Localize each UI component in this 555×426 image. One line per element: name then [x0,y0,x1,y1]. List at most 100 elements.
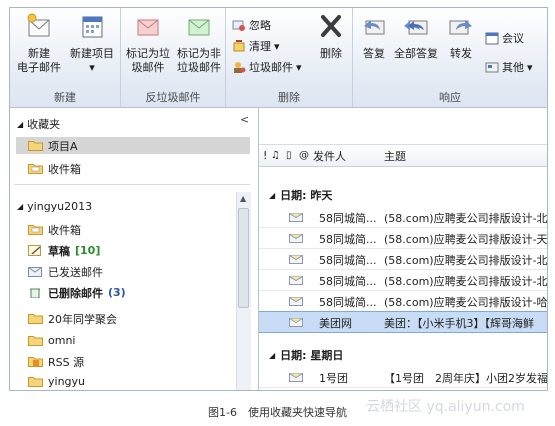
message-subject: 【1号团 2周年庆】小团2岁发福 [384,372,548,385]
scroll-up-arrow-icon[interactable]: ▲ [240,194,246,203]
message-row[interactable]: 1号团 【1号团 2周年庆】小团2岁发福 [259,367,547,388]
message-sender: 58同城简... [319,296,377,309]
ribbon-group-delete: 忽略 清理 ▾ 垃圾邮件 ▾ 删除 删除 [226,8,353,107]
more-respond-label: 其他 [502,61,524,74]
mark-junk-button[interactable]: 标记为垃 圾邮件 [123,12,173,75]
more-respond-dropdown-icon: ▾ [527,60,533,74]
folder-icon [28,141,43,151]
mark-not-junk-label-2: 垃圾邮件 [177,61,221,74]
collapse-nav-button[interactable]: < [240,113,249,126]
folder-item-inbox[interactable]: 收件箱 [28,221,81,238]
meeting-button[interactable]: 会议 [485,30,524,46]
subject-column[interactable]: 主题 [384,148,406,164]
collapse-triangle-icon: ◢ [17,202,24,211]
junk-person-icon [234,62,246,73]
group-label: 日期: 星期日 [280,349,344,362]
cleanup-label: 清理 [249,40,271,53]
forward-icon [449,20,472,35]
folder-label: RSS 源 [48,355,85,369]
message-sender: 1号团 [319,372,348,385]
folder-item-rss[interactable]: RSS 源 [28,353,84,370]
ribbon: 新建 电子邮件 新建项目 ▾ 新建 标记为垃 圾邮件 标记为非 垃圾邮件 反垃圾… [10,8,547,108]
reply-button[interactable]: 答复 [357,12,391,61]
account-title: yingyu2013 [27,200,93,213]
folder-item-omni[interactable]: omni [28,332,75,349]
group-collapse-icon: ◢ [269,190,276,200]
collapse-triangle-icon: ◢ [17,119,24,129]
junk-menu-label: 垃圾邮件 [249,61,293,74]
message-subject: 美团：【小米手机3】【辉哥海鲜 [384,317,534,330]
message-subject: (58.com)应聘麦公司排版设计-天 [384,233,548,246]
message-sender: 58同城简... [319,233,377,246]
ignore-button[interactable]: 忽略 [232,17,271,33]
message-row[interactable]: 58同城简... (58.com)应聘麦公司排版设计-哈 [259,291,547,312]
favorites-header[interactable]: ◢ 收藏夹 [17,116,60,132]
favorite-item-project-a[interactable]: 项目A [16,137,250,154]
folder-item-drafts[interactable]: 草稿 [10] [28,242,100,259]
cleanup-dropdown-icon: ▾ [274,39,280,53]
importance-column[interactable]: ! [263,149,267,162]
folder-item-yingyu[interactable]: yingyu [28,373,85,390]
folder-item-sent[interactable]: 已发送邮件 [28,263,103,280]
account-header[interactable]: ◢ yingyu2013 [17,200,92,213]
reply-icon [364,20,385,35]
search-bar-area[interactable] [259,108,547,145]
message-row[interactable]: 58同城简... (58.com)应聘麦公司排版设计-北 [259,249,547,270]
mark-junk-label-2: 圾邮件 [131,61,165,74]
message-sender: 58同城简... [319,254,377,267]
group-header-yesterday[interactable]: ◢ 日期: 昨天 [269,187,332,203]
message-row-selected[interactable]: 美团网 美团：【小米手机3】【辉哥海鲜 [259,311,547,333]
nav-scrollbar[interactable]: ▲ [236,192,251,390]
meeting-icon [485,32,499,45]
message-subject: (58.com)应聘麦公司排版设计-北 [384,254,548,267]
sent-items-icon [28,267,42,277]
inbox-folder-icon [28,164,43,174]
message-row[interactable]: 58同城简... (58.com)应聘麦公司排版设计-天 [259,228,547,249]
favorite-item-inbox[interactable]: 收件箱 [28,160,81,177]
reply-all-icon [404,20,428,35]
ribbon-group-respond: 答复 全部答复 转发 会议 其他 ▾ 响应 [353,8,547,107]
more-respond-button[interactable]: 其他 ▾ [485,59,533,75]
message-subject: (58.com)应聘麦公司排版设计-哈 [384,296,548,309]
group-header-sunday[interactable]: ◢ 日期: 星期日 [269,347,343,363]
folder-item-reunion[interactable]: 20年同学聚会 [28,310,117,327]
folder-label: 收件箱 [48,223,81,237]
deleted-items-icon [30,288,40,298]
message-sender: 美团网 [319,317,352,330]
group-label-new: 新建 [54,91,76,104]
junk-menu-button[interactable]: 垃圾邮件 ▾ [232,59,302,75]
read-mail-envelope-icon [289,255,303,264]
new-email-button[interactable]: 新建 电子邮件 [14,12,64,75]
sender-column[interactable]: 发件人 [313,148,346,164]
forward-button[interactable]: 转发 [443,12,479,61]
read-mail-envelope-icon [289,318,303,327]
new-item-button[interactable]: 新建项目 ▾ [65,12,119,75]
favorite-item-label: 收件箱 [48,162,81,176]
cleanup-icon [233,40,245,52]
folder-label: 草稿 [48,244,70,258]
reminder-column-icon[interactable]: ♫ [271,150,280,161]
message-sender: 58同城简... [319,275,377,288]
folder-count: (3) [108,286,126,299]
folder-icon [28,336,43,346]
icon-column[interactable]: ▯ [286,150,292,161]
message-row[interactable]: 58同城简... (58.com)应聘麦公司排版设计-北 [259,270,547,291]
folder-count: [10] [75,244,101,257]
attachment-column-icon[interactable]: @ [299,150,309,161]
delete-button[interactable]: 删除 [314,12,348,61]
reply-label: 答复 [363,47,385,60]
nav-scrollbar-thumb[interactable] [238,208,249,308]
inbox-folder-icon [28,225,43,235]
cleanup-button[interactable]: 清理 ▾ [232,38,280,54]
calendar-icon [82,16,103,38]
mark-not-junk-button[interactable]: 标记为非 垃圾邮件 [174,12,224,75]
read-mail-envelope-icon [289,213,303,222]
group-label: 日期: 昨天 [280,189,333,202]
message-row[interactable]: 58同城简... (58.com)应聘麦公司排版设计-北 [259,207,547,228]
folder-item-deleted[interactable]: 已删除邮件 (3) [28,284,126,301]
ignore-icon [232,20,245,31]
junk-mail-icon [137,19,159,36]
reply-all-button[interactable]: 全部答复 [391,12,441,61]
column-header: ! ♫ ▯ @ 发件人 主题 [259,145,547,167]
figure-caption: 图1-6 使用收藏夹快速导航 [208,406,347,419]
